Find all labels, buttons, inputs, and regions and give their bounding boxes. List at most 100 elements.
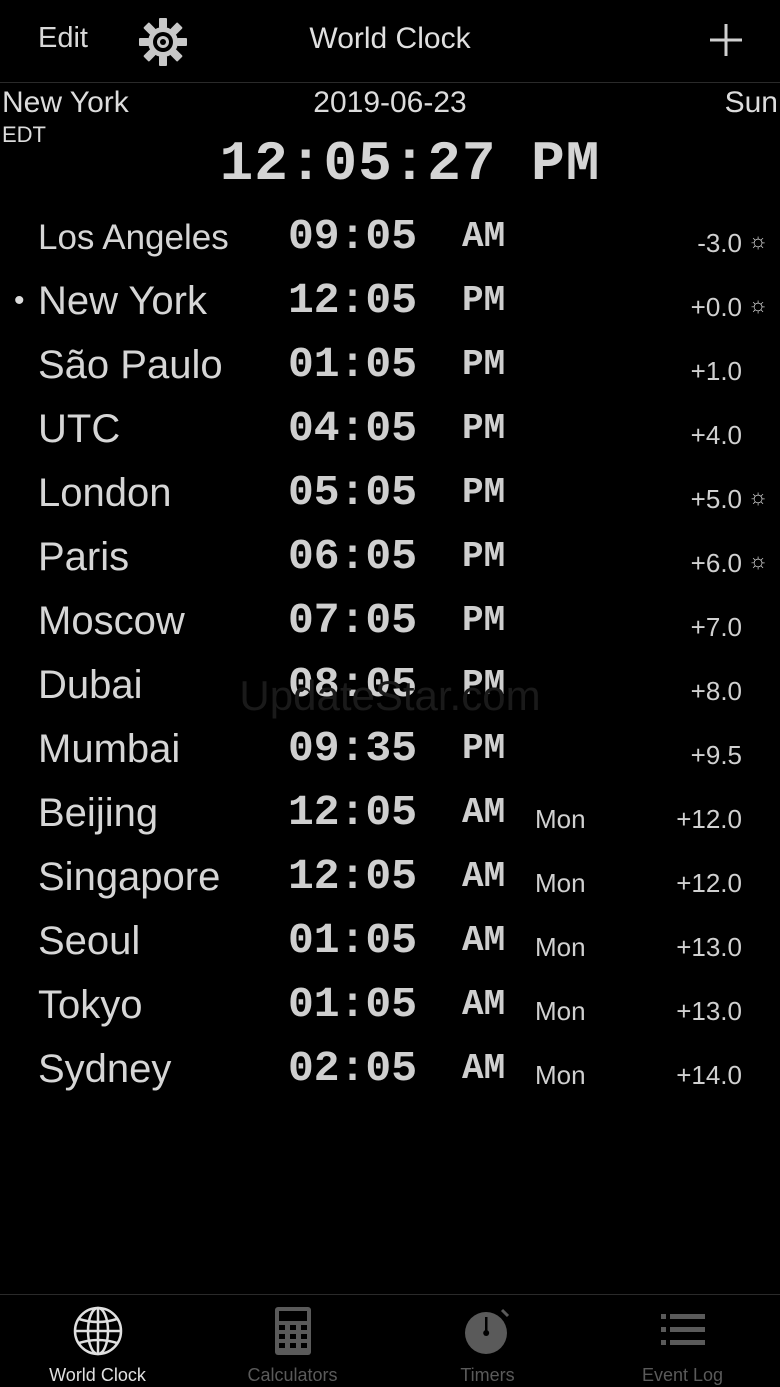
next-day-label: Mon: [535, 932, 586, 962]
clock-row[interactable]: Dubai 08:05 PM +8.0: [0, 654, 780, 718]
city-ampm: PM: [462, 728, 506, 769]
utc-offset: +9.5: [690, 740, 742, 770]
city-ampm: AM: [462, 920, 506, 961]
city-name: Beijing: [38, 791, 159, 835]
utc-offset: +4.0: [690, 420, 742, 450]
city-time: 04:05: [288, 404, 418, 453]
city-name: Dubai: [38, 663, 143, 707]
city-time: 01:05: [288, 916, 418, 965]
city-time: 05:05: [288, 468, 418, 517]
next-day-label: Mon: [535, 868, 586, 898]
sun-icon: ☼: [748, 484, 769, 509]
list-icon: [661, 1314, 705, 1345]
utc-offset: +1.0: [690, 356, 742, 386]
city-ampm: AM: [462, 1048, 506, 1089]
city-time: 12:05: [288, 276, 418, 325]
utc-offset: +8.0: [690, 676, 742, 706]
city-ampm: AM: [462, 984, 506, 1025]
sun-icon: ☼: [748, 228, 769, 253]
tab-world-clock[interactable]: World Clock: [0, 1295, 195, 1387]
tab-label: World Clock: [49, 1365, 146, 1385]
utc-offset: +7.0: [690, 612, 742, 642]
city-ampm: AM: [462, 856, 506, 897]
utc-offset: +0.0: [690, 292, 742, 322]
city-name: UTC: [38, 407, 121, 451]
tab-label: Event Log: [641, 1365, 724, 1385]
clock-row[interactable]: UTC 04:05 PM +4.0: [0, 398, 780, 462]
city-ampm: PM: [462, 472, 506, 513]
calculator-icon: [275, 1307, 311, 1355]
city-ampm: AM: [462, 792, 506, 833]
city-name: São Paulo: [38, 343, 223, 387]
utc-offset: +6.0: [690, 548, 742, 578]
clock-row[interactable]: Los Angeles 09:05 AM -3.0 ☼: [0, 206, 780, 270]
plus-icon[interactable]: [708, 22, 744, 58]
city-name: Mumbai: [38, 727, 181, 771]
city-time: 12:05: [288, 788, 418, 837]
city-name: Sydney: [38, 1047, 172, 1091]
city-time: 02:05: [288, 1044, 418, 1093]
city-ampm: PM: [462, 344, 506, 385]
clock-row[interactable]: Paris 06:05 PM +6.0 ☼: [0, 526, 780, 590]
tab-event-log[interactable]: Event Log: [585, 1295, 780, 1387]
current-date: 2019-06-23: [313, 86, 467, 119]
city-time: 07:05: [288, 596, 418, 645]
utc-offset: +13.0: [676, 996, 742, 1026]
clock-row[interactable]: Moscow 07:05 PM +7.0: [0, 590, 780, 654]
next-day-label: Mon: [535, 1060, 586, 1090]
current-day: Sun: [724, 86, 778, 119]
clock-row[interactable]: London 05:05 PM +5.0 ☼: [0, 462, 780, 526]
next-day-label: Mon: [535, 804, 586, 834]
city-ampm: PM: [462, 408, 506, 449]
city-time: 12:05: [288, 852, 418, 901]
city-time: 09:35: [288, 724, 418, 773]
clock-row[interactable]: Singapore 12:05 AM Mon +12.0: [0, 846, 780, 910]
clock-row[interactable]: Sydney 02:05 AM Mon +14.0: [0, 1038, 780, 1102]
current-time: 12:05:27 PM: [219, 132, 601, 196]
nav-bar: Edit World Clock: [0, 0, 780, 83]
city-ampm: PM: [462, 664, 506, 705]
city-ampm: PM: [462, 600, 506, 641]
current-location-marker: •: [14, 284, 25, 317]
utc-offset: -3.0: [697, 228, 742, 258]
city-ampm: PM: [462, 536, 506, 577]
tab-label: Calculators: [247, 1365, 338, 1385]
clock-row[interactable]: São Paulo 01:05 PM +1.0: [0, 334, 780, 398]
city-time: 06:05: [288, 532, 418, 581]
clock-list: Los Angeles 09:05 AM -3.0 ☼ • New York 12:05 PM +…: [0, 206, 780, 1102]
city-time: 01:05: [288, 980, 418, 1029]
city-name: London: [38, 471, 172, 515]
page-title: World Clock: [309, 22, 471, 55]
city-name: Singapore: [38, 855, 221, 899]
city-name: Los Angeles: [38, 218, 229, 257]
utc-offset: +12.0: [676, 804, 742, 834]
sun-icon: ☼: [748, 548, 769, 573]
city-time: 08:05: [288, 660, 418, 709]
city-name: Seoul: [38, 919, 141, 963]
next-day-label: Mon: [535, 996, 586, 1026]
clock-row[interactable]: Mumbai 09:35 PM +9.5: [0, 718, 780, 782]
utc-offset: +5.0: [690, 484, 742, 514]
utc-offset: +13.0: [676, 932, 742, 962]
city-name: Tokyo: [38, 983, 143, 1027]
city-ampm: PM: [462, 280, 506, 321]
world-clock-app: Edit World Clock New York 2019-06-23 Sun…: [0, 0, 780, 1387]
sun-icon: ☼: [748, 292, 769, 317]
stopwatch-icon: [465, 1308, 510, 1354]
city-ampm: AM: [462, 216, 506, 257]
globe-icon: [73, 1306, 123, 1356]
city-name: New York: [38, 279, 207, 323]
tab-bar: World Clock Calculators Timers Event Log: [0, 1294, 780, 1387]
utc-offset: +14.0: [676, 1060, 742, 1090]
clock-row[interactable]: • New York 12:05 PM +0.0 ☼: [0, 270, 780, 334]
tab-calculators[interactable]: Calculators: [195, 1295, 390, 1387]
utc-offset: +12.0: [676, 868, 742, 898]
clock-row[interactable]: Tokyo 01:05 AM Mon +13.0: [0, 974, 780, 1038]
city-time: 09:05: [288, 212, 418, 261]
city-name: Paris: [38, 535, 130, 579]
tab-timers[interactable]: Timers: [390, 1295, 585, 1387]
city-time: 01:05: [288, 340, 418, 389]
clock-row[interactable]: Beijing 12:05 AM Mon +12.0: [0, 782, 780, 846]
city-name: Moscow: [38, 599, 185, 643]
clock-row[interactable]: Seoul 01:05 AM Mon +13.0: [0, 910, 780, 974]
